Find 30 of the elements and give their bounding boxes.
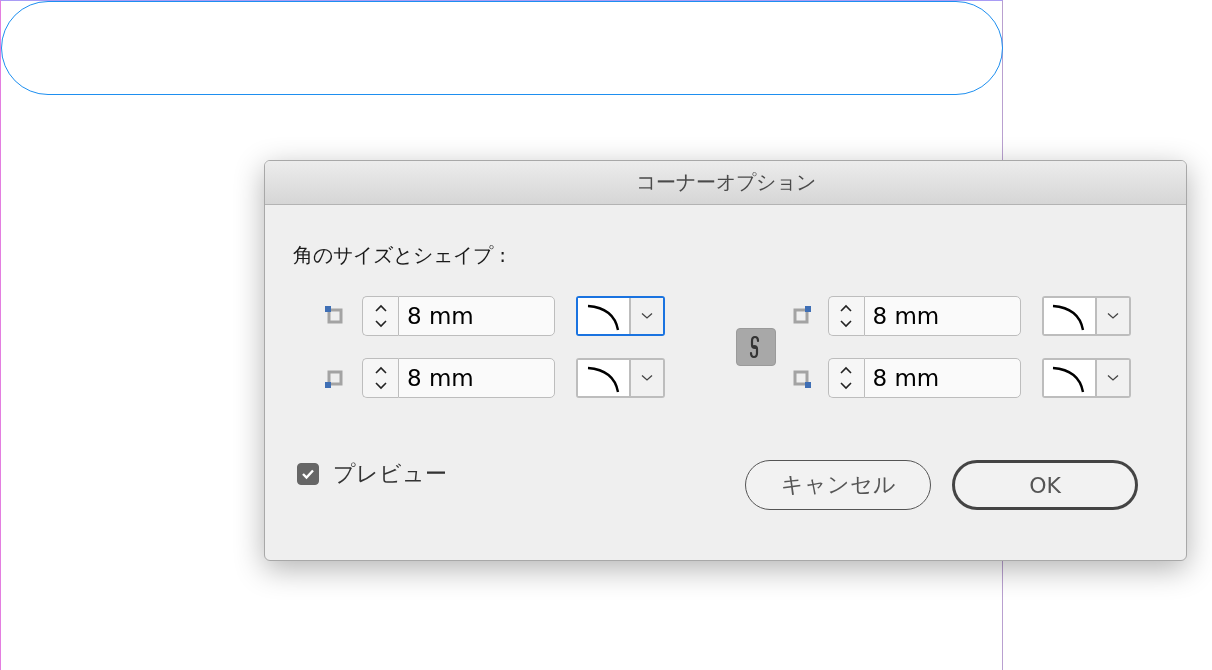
section-label: 角のサイズとシェイプ : (293, 242, 508, 269)
stepper-arrows-icon (373, 365, 388, 391)
corner-shape-dropdown[interactable] (576, 296, 665, 336)
corner-shape-dropdown[interactable] (576, 358, 665, 398)
stepper-control[interactable] (827, 358, 864, 398)
corner-size-field[interactable]: 8 mm (398, 358, 555, 398)
caret-icon (1106, 312, 1119, 320)
ok-button[interactable]: OK (952, 460, 1138, 510)
caret-icon (641, 312, 653, 320)
checkmark-icon (301, 468, 315, 480)
stepper-control[interactable] (827, 296, 864, 336)
corner-size-field[interactable]: 8 mm (863, 358, 1021, 398)
stepper-arrows-icon (839, 365, 853, 391)
stepper-arrows-icon (839, 303, 853, 329)
stepper-arrows-icon (373, 303, 388, 329)
corner-position-icon (325, 368, 345, 388)
corner-shape-dropdown[interactable] (1041, 296, 1131, 336)
caret-icon (1106, 374, 1119, 382)
preview-label: プレビュー (333, 460, 447, 488)
corner-shape-dropdown[interactable] (1041, 358, 1131, 398)
cancel-button[interactable]: キャンセル (745, 460, 931, 510)
stepper-control[interactable] (362, 358, 398, 398)
preview-checkbox[interactable] (297, 463, 319, 485)
corner-size-field[interactable]: 8 mm (863, 296, 1021, 336)
stepper-control[interactable] (362, 296, 398, 336)
corner-position-icon (325, 306, 345, 326)
caret-icon (641, 374, 653, 382)
link-toggle-button[interactable] (735, 328, 776, 366)
corner-size-field[interactable]: 8 mm (398, 296, 555, 336)
dialog-title: コーナーオプション (635, 169, 816, 196)
